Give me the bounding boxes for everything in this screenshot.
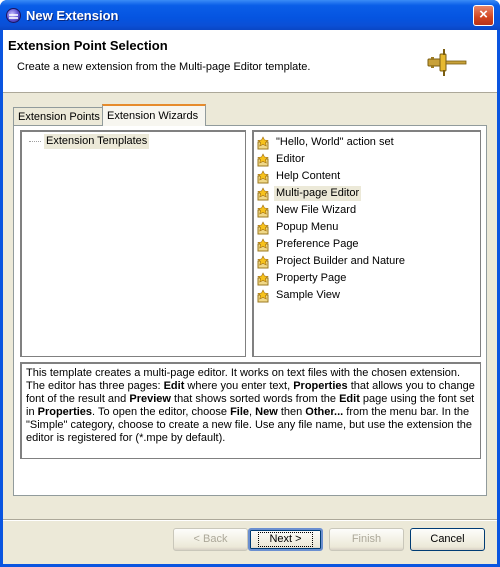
tree-item-label: Extension Templates	[44, 133, 150, 149]
finish-button[interactable]: Finish	[329, 528, 404, 551]
wizard-list-item[interactable]: "Hello, World" action set	[257, 134, 396, 151]
wizard-list-item-label: Editor	[276, 153, 305, 165]
wizard-list-item-label: New File Wizard	[276, 204, 357, 216]
wizard-list-item[interactable]: Sample View	[257, 287, 342, 304]
description-emphasis: Other...	[305, 406, 344, 418]
description-emphasis: Edit	[163, 380, 185, 392]
description-emphasis: Properties	[37, 406, 93, 418]
description-emphasis: Edit	[339, 393, 360, 405]
wizard-list-item-label: Popup Menu	[276, 221, 339, 233]
template-description: This template creates a multi-page edito…	[20, 362, 481, 459]
wizard-list-item[interactable]: Property Page	[257, 270, 348, 287]
page-title: Extension Point Selection	[8, 38, 168, 53]
dialog-window: New Extension × Extension Point Selectio…	[0, 0, 500, 567]
next-button-label: Next >	[258, 532, 313, 547]
cancel-button[interactable]: Cancel	[410, 528, 485, 551]
plug-icon	[427, 49, 467, 76]
page-description: Create a new extension from the Multi-pa…	[17, 61, 311, 73]
wizard-header: Extension Point Selection Create a new e…	[3, 30, 497, 93]
wizard-list-item-label: "Hello, World" action set	[276, 136, 394, 148]
wizard-template-icon	[257, 169, 273, 184]
wizard-list-item-label: Help Content	[276, 170, 341, 182]
title-bar[interactable]: New Extension ×	[0, 0, 500, 30]
next-button[interactable]: Next >	[248, 528, 323, 551]
description-emphasis: New	[255, 406, 278, 418]
wizard-list-item-label: Multi-page Editor	[274, 186, 362, 201]
wizard-list-item[interactable]: Editor	[257, 151, 307, 168]
wizard-template-icon	[257, 203, 273, 218]
wizard-template-icon	[257, 271, 273, 286]
tab-extension-points[interactable]: Extension Points	[13, 107, 103, 126]
wizard-template-icon	[257, 254, 273, 269]
cancel-button-label: Cancel	[430, 533, 465, 545]
tree-item[interactable]: Extension Templates	[29, 133, 150, 149]
wizard-list[interactable]: "Hello, World" action set Editor Help Cont…	[252, 130, 481, 357]
description-emphasis: Preview	[129, 393, 171, 405]
window-title: New Extension	[26, 8, 119, 23]
finish-button-label: Finish	[351, 533, 382, 545]
wizard-list-item[interactable]: Project Builder and Nature	[257, 253, 407, 270]
wizard-list-item-label: Preference Page	[276, 238, 359, 250]
eclipse-icon	[6, 8, 21, 23]
wizard-list-item-label: Sample View	[276, 289, 340, 301]
extension-templates-tree[interactable]: Extension Templates	[20, 130, 246, 357]
description-text: that shows sorted words from the	[170, 393, 340, 405]
wizard-list-item[interactable]: New File Wizard	[257, 202, 358, 219]
wizard-template-icon	[257, 288, 273, 303]
wizard-template-icon	[257, 237, 273, 252]
tree-connector	[29, 140, 41, 142]
wizard-list-item[interactable]: Preference Page	[257, 236, 361, 253]
button-separator	[3, 519, 497, 521]
wizard-list-item-label: Project Builder and Nature	[276, 255, 406, 267]
wizard-template-icon	[257, 220, 273, 235]
description-emphasis: File	[230, 406, 250, 418]
wizard-list-item[interactable]: Multi-page Editor	[257, 185, 362, 202]
wizard-list-item[interactable]: Help Content	[257, 168, 342, 185]
back-button-label: < Back	[193, 533, 228, 545]
wizard-list-item-label: Property Page	[276, 272, 347, 284]
dialog-client: Extension Point Selection Create a new e…	[3, 30, 497, 564]
description-text: . To open the editor, choose	[92, 406, 231, 418]
description-text: then	[277, 406, 306, 418]
wizard-template-icon	[257, 135, 273, 150]
wizard-template-icon	[257, 152, 273, 167]
close-button[interactable]: ×	[473, 5, 494, 26]
back-button[interactable]: < Back	[173, 528, 248, 551]
wizard-list-item[interactable]: Popup Menu	[257, 219, 340, 236]
description-emphasis: Properties	[293, 380, 348, 392]
tab-extension-wizards[interactable]: Extension Wizards	[102, 104, 206, 126]
tab-panel: Extension Templates "Hello, World" actio…	[13, 125, 487, 496]
wizard-template-icon	[257, 186, 273, 201]
description-text: where you enter text,	[184, 380, 294, 392]
